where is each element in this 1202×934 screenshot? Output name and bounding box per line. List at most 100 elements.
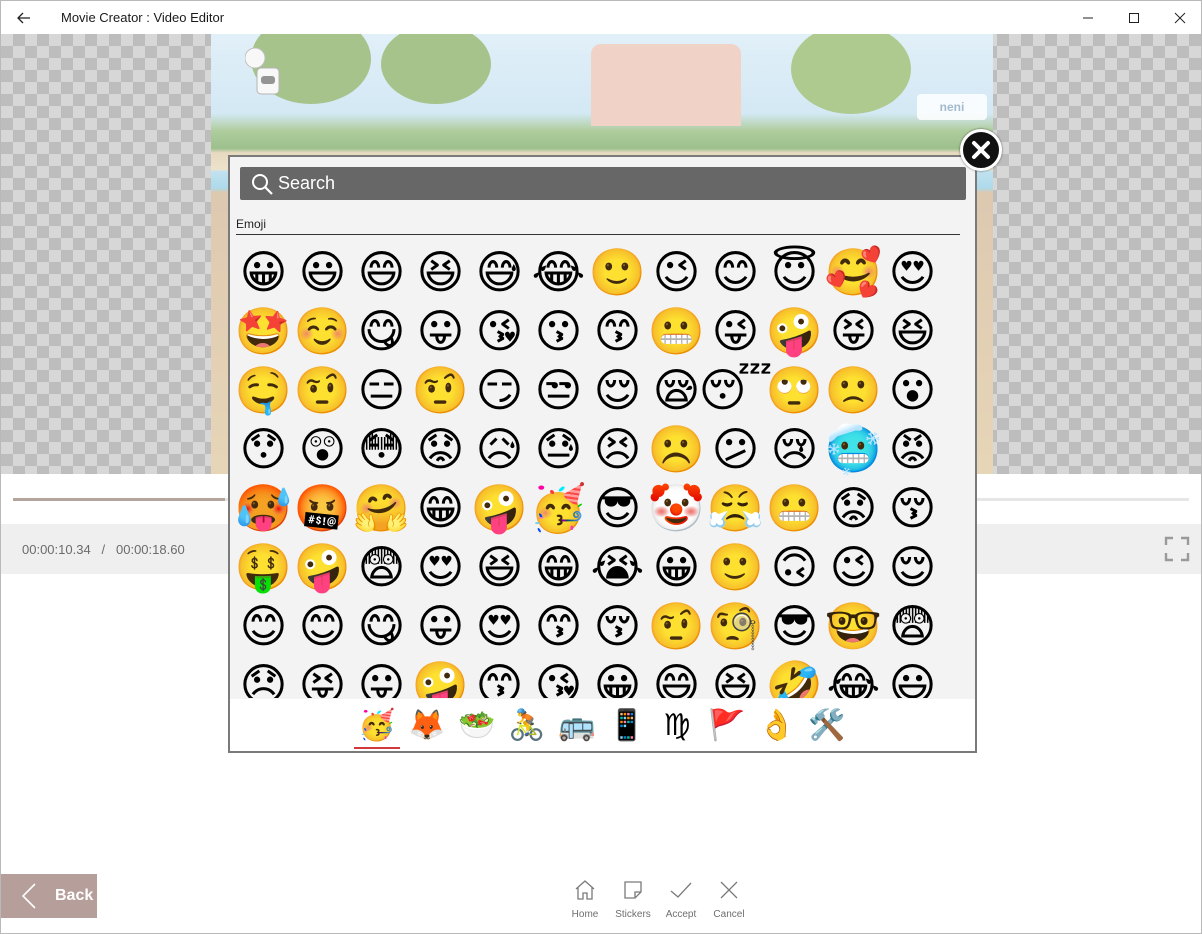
emoji-item[interactable]: 😘 xyxy=(529,655,588,699)
emoji-item[interactable]: 😍 xyxy=(883,242,942,301)
emoji-item[interactable]: 😲 xyxy=(293,419,352,478)
maximize-button[interactable] xyxy=(1111,1,1157,34)
emoji-item[interactable]: 😆 xyxy=(706,655,765,699)
emoji-item[interactable]: 🙂 xyxy=(588,242,647,301)
emoji-item[interactable]: 🤩 xyxy=(234,301,293,360)
emoji-item[interactable]: 🤪 xyxy=(765,301,824,360)
minimize-button[interactable] xyxy=(1065,1,1111,34)
emoji-item[interactable]: 😂 xyxy=(824,655,883,699)
emoji-item[interactable]: 🤡 xyxy=(647,478,706,537)
emoji-item[interactable]: 🤨 xyxy=(647,596,706,655)
emoji-item[interactable]: 😬 xyxy=(647,301,706,360)
emoji-item[interactable]: 🤣 xyxy=(765,655,824,699)
emoji-item[interactable]: 😌 xyxy=(883,537,942,596)
emoji-item[interactable]: 😋 xyxy=(352,596,411,655)
emoji-item[interactable]: 😊 xyxy=(293,596,352,655)
emoji-item[interactable]: 🤪 xyxy=(293,537,352,596)
emoji-item[interactable]: 😛 xyxy=(352,655,411,699)
emoji-item[interactable]: 😛 xyxy=(411,301,470,360)
category-tab-people[interactable]: 👌 xyxy=(752,699,802,751)
emoji-item[interactable]: 😌 xyxy=(588,360,647,419)
emoji-item[interactable]: 🥰 xyxy=(824,242,883,301)
emoji-item[interactable]: 😟 xyxy=(824,478,883,537)
category-tab-symbols[interactable]: ♍ xyxy=(652,699,702,751)
emoji-item[interactable]: 😃 xyxy=(883,655,942,699)
emoji-item[interactable]: 😛 xyxy=(411,596,470,655)
emoji-item[interactable]: 😯 xyxy=(234,419,293,478)
emoji-item[interactable]: 😎 xyxy=(765,596,824,655)
emoji-item[interactable]: 😍 xyxy=(411,537,470,596)
emoji-item[interactable]: 😎 xyxy=(588,478,647,537)
emoji-item[interactable]: 🤪 xyxy=(411,655,470,699)
fullscreen-button[interactable] xyxy=(1164,536,1190,562)
emoji-item[interactable]: 😙 xyxy=(588,301,647,360)
emoji-item[interactable]: 😴 xyxy=(699,360,773,419)
emoji-item[interactable]: 😤 xyxy=(706,478,765,537)
emoji-item[interactable]: 🥶 xyxy=(824,419,883,478)
category-tab-travel[interactable]: 🚌 xyxy=(552,699,602,751)
emoji-item[interactable]: 😭 xyxy=(588,537,647,596)
close-window-button[interactable] xyxy=(1157,1,1201,34)
emoji-item[interactable]: ☺️ xyxy=(293,301,352,360)
emoji-item[interactable]: 😓 xyxy=(529,419,588,478)
emoji-item[interactable]: 😀 xyxy=(234,242,293,301)
emoji-item[interactable]: 😑 xyxy=(352,360,411,419)
emoji-search-input[interactable] xyxy=(278,173,938,194)
back-button[interactable]: Back xyxy=(1,874,97,918)
emoji-item[interactable]: 😙 xyxy=(470,655,529,699)
emoji-item[interactable]: 🤗 xyxy=(352,478,411,537)
stickers-button[interactable]: Stickers xyxy=(609,877,657,920)
emoji-item[interactable]: 😆 xyxy=(470,537,529,596)
emoji-item[interactable]: 😀 xyxy=(647,537,706,596)
emoji-item[interactable]: 😅 xyxy=(470,242,529,301)
emoji-item[interactable]: 😨 xyxy=(883,596,942,655)
emoji-item[interactable]: 😝 xyxy=(824,301,883,360)
emoji-item[interactable]: 🧐 xyxy=(706,596,765,655)
emoji-item[interactable]: 😍 xyxy=(470,596,529,655)
category-tab-smileys[interactable]: 🥳 xyxy=(352,699,402,751)
emoji-item[interactable]: 🤤 xyxy=(234,360,293,419)
emoji-item[interactable]: 🤨 xyxy=(293,360,352,419)
emoji-item[interactable]: 😡 xyxy=(883,419,942,478)
category-tab-animals[interactable]: 🦊 xyxy=(402,699,452,751)
emoji-item[interactable]: 🙃 xyxy=(765,537,824,596)
emoji-item[interactable]: 🤓 xyxy=(824,596,883,655)
emoji-item[interactable]: 😘 xyxy=(470,301,529,360)
emoji-search-box[interactable] xyxy=(240,167,966,200)
close-picker-button[interactable] xyxy=(960,129,1002,171)
emoji-item[interactable]: 😟 xyxy=(411,419,470,478)
emoji-item[interactable]: 😏 xyxy=(470,360,529,419)
emoji-item[interactable]: 😝 xyxy=(293,655,352,699)
emoji-item[interactable]: 😊 xyxy=(234,596,293,655)
emoji-item[interactable]: 😒 xyxy=(529,360,588,419)
titlebar-back-button[interactable] xyxy=(1,1,47,34)
emoji-item[interactable]: 🥵 xyxy=(234,478,293,537)
emoji-item[interactable]: 🙁 xyxy=(824,360,883,419)
emoji-item[interactable]: 🥳 xyxy=(529,478,588,537)
accept-button[interactable]: Accept xyxy=(657,877,705,920)
emoji-item[interactable]: 😋 xyxy=(352,301,411,360)
emoji-item[interactable]: 😀 xyxy=(588,655,647,699)
emoji-item[interactable]: 😗 xyxy=(529,301,588,360)
category-tab-flags[interactable]: 🚩 xyxy=(702,699,752,751)
emoji-item[interactable]: 😂 xyxy=(529,242,588,301)
emoji-item[interactable]: 😚 xyxy=(588,596,647,655)
emoji-item[interactable]: 😚 xyxy=(883,478,942,537)
emoji-item[interactable]: ☹️ xyxy=(647,419,706,478)
emoji-item[interactable]: 😮 xyxy=(883,360,942,419)
emoji-item[interactable]: 🤬 xyxy=(293,478,352,537)
category-tab-food[interactable]: 🥗 xyxy=(452,699,502,751)
emoji-item[interactable]: 😄 xyxy=(647,655,706,699)
emoji-item[interactable]: 🤨 xyxy=(411,360,470,419)
emoji-item[interactable]: 🙂 xyxy=(706,537,765,596)
emoji-item[interactable]: 😙 xyxy=(529,596,588,655)
emoji-item[interactable]: 😣 xyxy=(588,419,647,478)
emoji-item[interactable]: 😕 xyxy=(706,419,765,478)
emoji-item[interactable]: 😉 xyxy=(647,242,706,301)
emoji-item[interactable]: 😆 xyxy=(411,242,470,301)
emoji-item[interactable]: 😳 xyxy=(352,419,411,478)
home-button[interactable]: Home xyxy=(561,877,609,920)
emoji-item[interactable]: 🤪 xyxy=(470,478,529,537)
cancel-button[interactable]: Cancel xyxy=(705,877,753,920)
emoji-item[interactable]: 😞 xyxy=(234,655,293,699)
